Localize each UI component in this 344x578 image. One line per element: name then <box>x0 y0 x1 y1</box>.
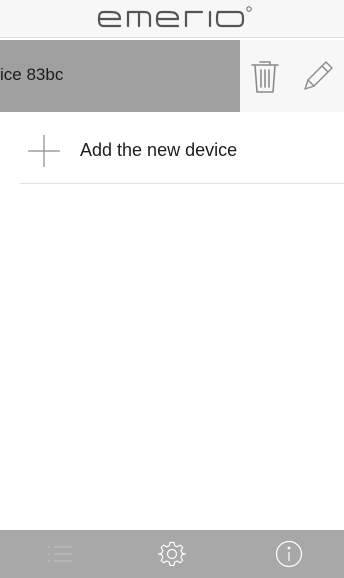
add-device-label: Add the new device <box>80 140 238 160</box>
device-list-item[interactable]: ice 83bc <box>0 40 344 112</box>
list-icon <box>48 546 72 562</box>
app-screen: ice 83bc Add the new device <box>0 0 344 578</box>
device-name: ice 83bc <box>0 65 64 84</box>
tab-info[interactable] <box>230 530 344 578</box>
tab-device-list[interactable] <box>0 530 114 578</box>
bottom-tab-bar <box>0 530 344 578</box>
add-device-row[interactable]: Add the new device <box>20 116 344 184</box>
plus-icon <box>28 135 60 167</box>
tab-settings[interactable] <box>115 530 229 578</box>
info-icon <box>275 540 303 568</box>
device-row-content[interactable]: ice 83bc <box>0 40 240 112</box>
emerio-logo <box>97 6 252 28</box>
app-header <box>0 0 344 38</box>
gear-icon <box>158 541 186 567</box>
pencil-icon[interactable] <box>300 58 336 94</box>
trash-icon[interactable] <box>250 57 280 95</box>
